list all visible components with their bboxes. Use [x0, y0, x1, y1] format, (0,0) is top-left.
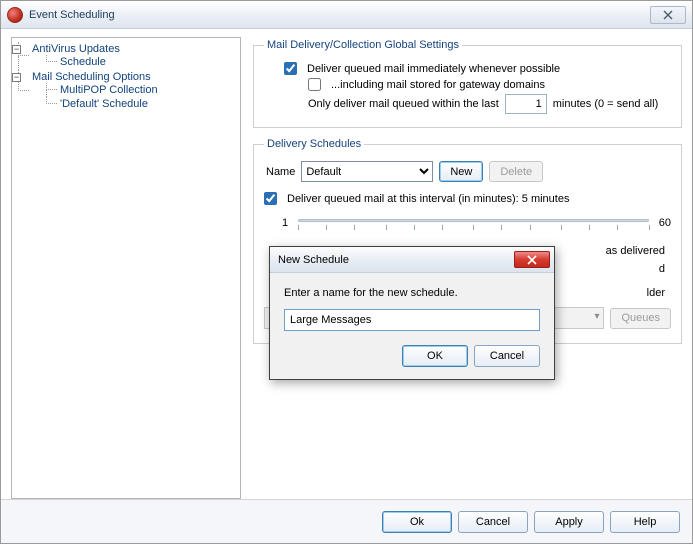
dialog-cancel-button[interactable]: Cancel [474, 345, 540, 367]
schedule-name-input[interactable] [284, 309, 540, 331]
tree-label: AntiVirus Updates [32, 43, 120, 55]
tree-label: Schedule [60, 56, 106, 68]
dialog-titlebar: New Schedule [270, 247, 554, 273]
slider-max: 60 [659, 217, 671, 229]
dialog-prompt: Enter a name for the new schedule. [284, 287, 540, 299]
global-settings-group: Mail Delivery/Collection Global Settings… [253, 39, 682, 128]
schedule-name-combo[interactable]: Default [301, 161, 433, 182]
tree-node-antivirus[interactable]: − AntiVirus Updates Schedule [18, 42, 238, 70]
new-schedule-dialog: New Schedule Enter a name for the new sc… [269, 246, 555, 380]
only-last-label-prefix: Only deliver mail queued within the last [308, 98, 499, 110]
dialog-footer: Ok Cancel Apply Help [1, 499, 692, 543]
tree-node-mail-scheduling[interactable]: − Mail Scheduling Options MultiPOP Colle… [18, 70, 238, 112]
obscured-text: d [659, 263, 665, 275]
interval-label: Deliver queued mail at this interval (in… [287, 193, 569, 205]
close-icon [527, 255, 537, 265]
cancel-button[interactable]: Cancel [458, 511, 528, 533]
event-scheduling-window: Event Scheduling − AntiVirus Updates Sch… [0, 0, 693, 544]
obscured-text: lder [647, 287, 665, 299]
schedule-name-label: Name [266, 166, 295, 178]
tree-toggle[interactable]: − [12, 45, 21, 54]
apply-button[interactable]: Apply [534, 511, 604, 533]
include-gateway-checkbox[interactable] [308, 78, 321, 91]
interval-slider[interactable] [298, 211, 649, 235]
window-close-button[interactable] [650, 6, 686, 24]
ok-button[interactable]: Ok [382, 511, 452, 533]
group-legend: Delivery Schedules [264, 138, 364, 150]
slider-min: 1 [282, 217, 288, 229]
titlebar: Event Scheduling [1, 1, 692, 29]
help-button[interactable]: Help [610, 511, 680, 533]
tree-node-antivirus-schedule[interactable]: Schedule [46, 55, 238, 69]
queues-button: Queues [610, 308, 671, 329]
delete-schedule-button: Delete [489, 161, 543, 182]
deliver-interval-checkbox[interactable] [264, 192, 277, 205]
deliver-immediately-checkbox[interactable] [284, 62, 297, 75]
dialog-close-button[interactable] [514, 251, 550, 268]
tree-node-multipop[interactable]: MultiPOP Collection [46, 83, 238, 97]
window-title: Event Scheduling [29, 9, 650, 21]
close-icon [663, 10, 673, 20]
dialog-title: New Schedule [278, 254, 514, 266]
dialog-ok-button[interactable]: OK [402, 345, 468, 367]
only-last-label-suffix: minutes (0 = send all) [553, 98, 658, 110]
tree-label: Mail Scheduling Options [32, 71, 151, 83]
app-icon [7, 7, 23, 23]
only-last-minutes-input[interactable] [505, 94, 547, 114]
new-schedule-button[interactable]: New [439, 161, 483, 182]
tree-label: 'Default' Schedule [60, 98, 148, 110]
checkbox-label: Deliver queued mail immediately whenever… [307, 63, 560, 75]
obscured-text: as delivered [606, 245, 665, 257]
navigation-tree: − AntiVirus Updates Schedule − Mail Sche… [11, 37, 241, 499]
tree-toggle[interactable]: − [12, 73, 21, 82]
chevron-down-icon: ▾ [594, 311, 599, 322]
tree-node-default-schedule[interactable]: 'Default' Schedule [46, 97, 238, 111]
group-legend: Mail Delivery/Collection Global Settings [264, 39, 462, 51]
tree-label: MultiPOP Collection [60, 84, 158, 96]
checkbox-label: ...including mail stored for gateway dom… [331, 79, 545, 91]
